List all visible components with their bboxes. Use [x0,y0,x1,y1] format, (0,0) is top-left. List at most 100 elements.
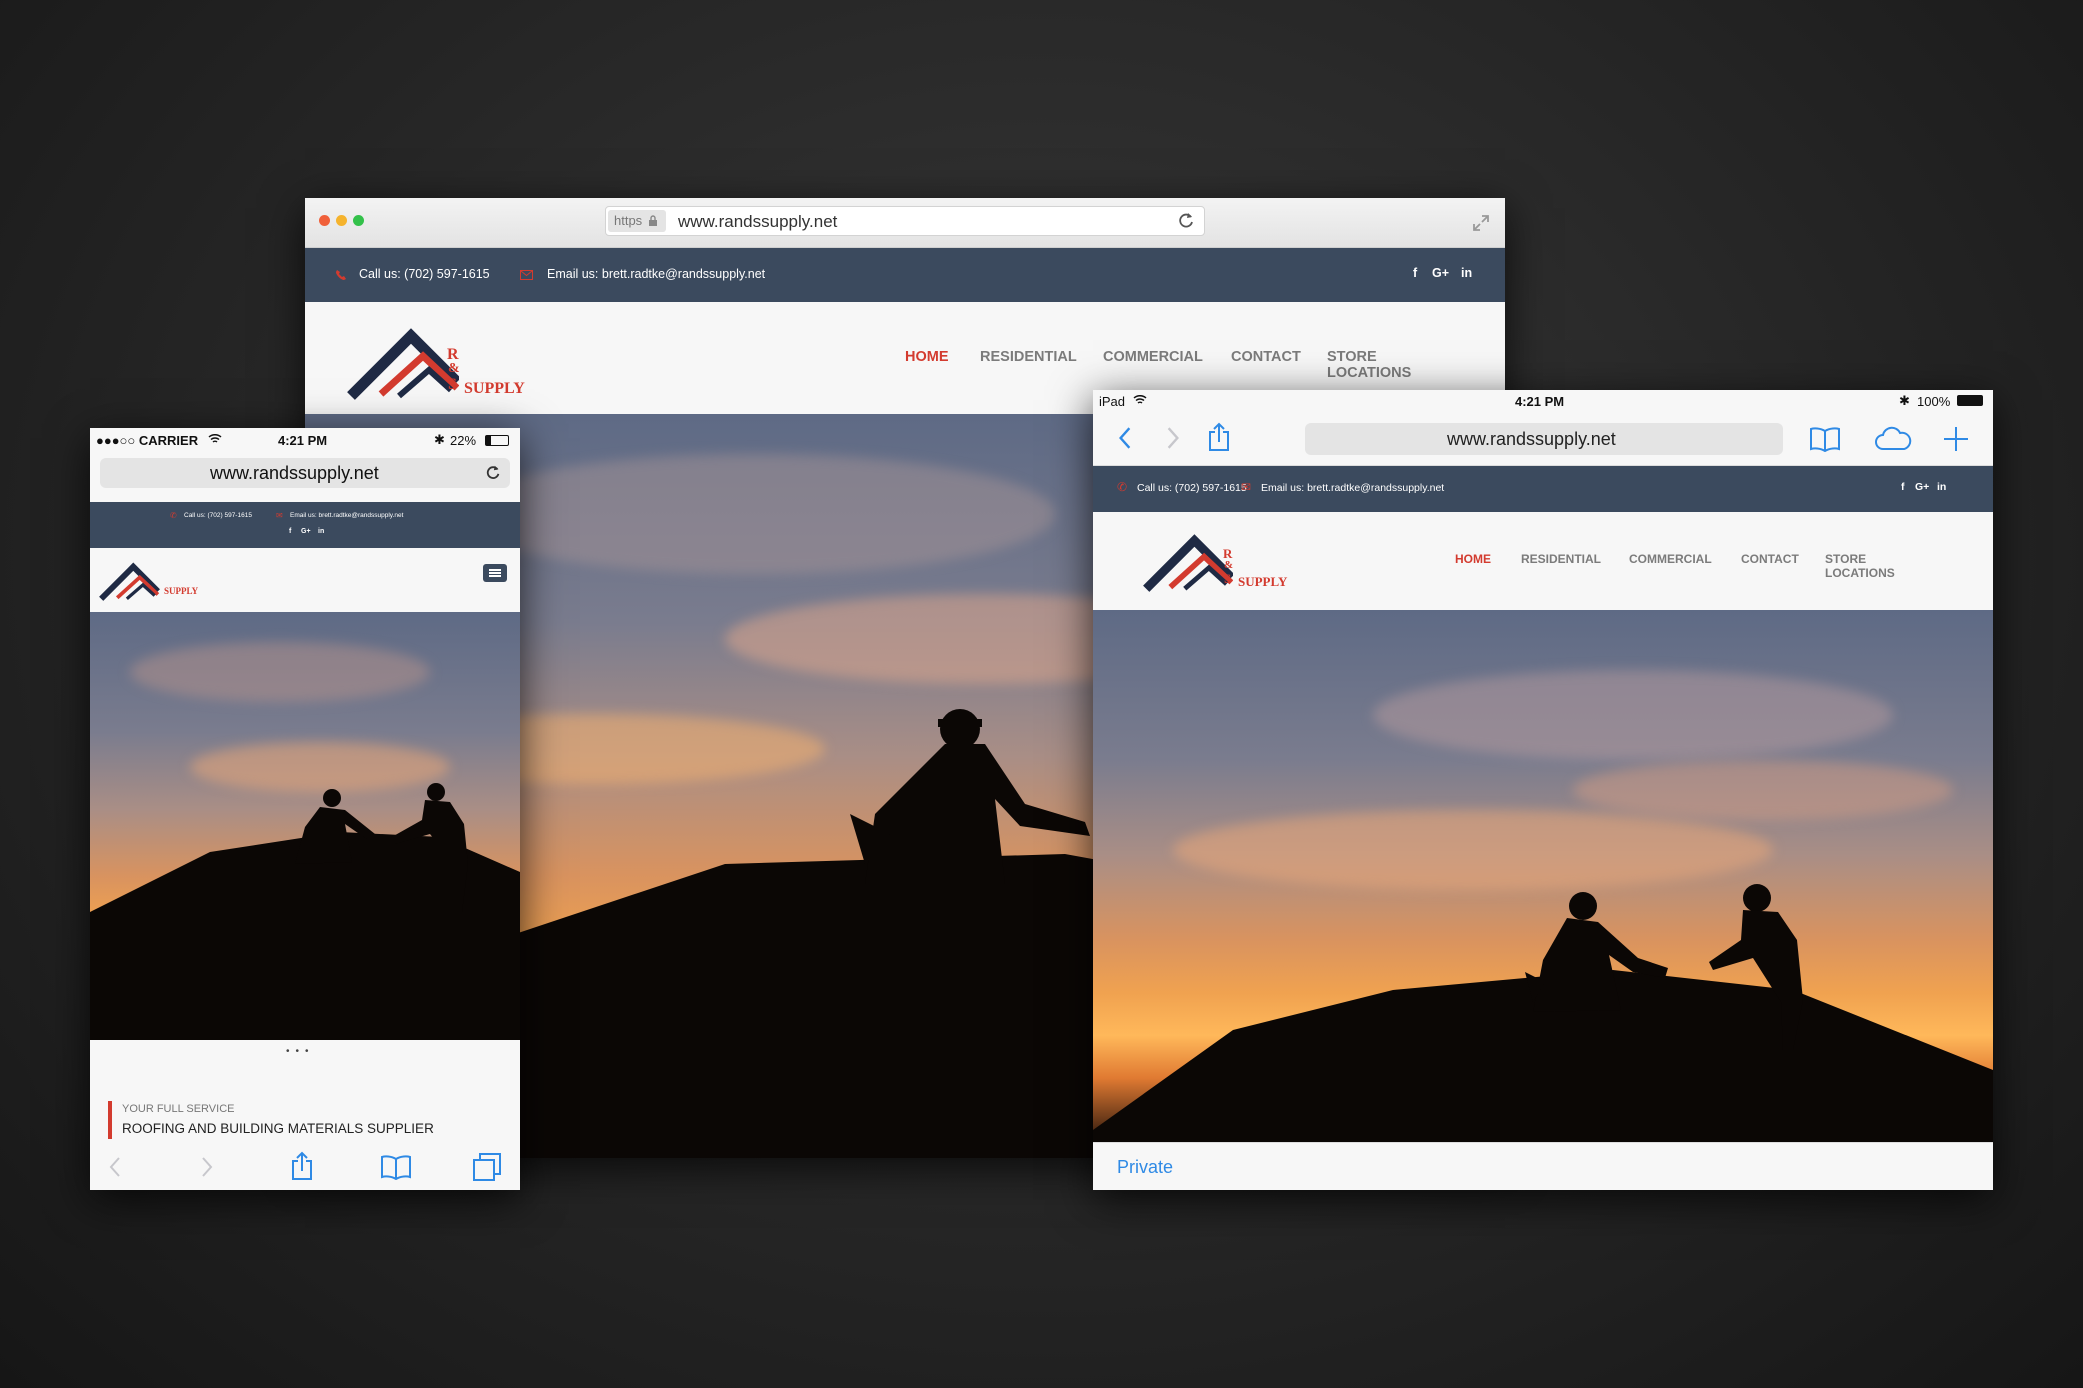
roofers-silhouette [1093,884,1993,1142]
linkedin-icon[interactable]: in [1461,266,1472,280]
minimize-window-button[interactable] [336,215,347,226]
linkedin-icon[interactable]: in [318,528,324,535]
device-label: iPad [1099,394,1126,409]
contact-bar: Call us: (702) 597-1615 Email us: brett.… [305,248,1505,302]
status-time: 4:21 PM [278,433,328,448]
carousel-dots[interactable]: ••• [286,1046,315,1057]
bluetooth-icon: ✱ [1899,393,1910,408]
phone-status-bar: ●●●○○ CARRIER 4:21 PM ✱ 22% [90,428,520,452]
nav-home[interactable]: HOME [1455,552,1491,566]
email-icon: ✉ [1241,480,1252,494]
site-logo[interactable]: R & S SUPPLY [1143,524,1323,602]
facebook-icon[interactable]: f [1901,481,1905,493]
nav-contact[interactable]: CONTACT [1741,552,1799,566]
google-plus-icon[interactable]: G+ [1915,481,1929,493]
facebook-icon[interactable]: f [1413,266,1417,280]
tablet-screen: iPad 4:21 PM ✱ 100% www.randssupply.net … [1093,390,1993,1190]
nav-commercial[interactable]: COMMERCIAL [1103,349,1203,365]
email-text[interactable]: Email us: brett.radtke@randssupply.net [547,267,765,281]
url-text: www.randssupply.net [678,212,838,231]
wifi-icon [1133,395,1147,404]
bookmarks-icon[interactable] [380,1154,412,1180]
lock-icon [648,215,657,226]
site-logo[interactable]: R & S SUPPLY [347,316,547,406]
facebook-icon[interactable]: f [289,528,291,535]
private-browsing-button[interactable]: Private [1117,1157,1173,1178]
contact-bar: ✆ Call us: (702) 597-1615 ✉ Email us: br… [1093,466,1993,512]
logo-roof-icon [347,328,461,400]
reload-icon[interactable] [1176,211,1196,231]
url-text: www.randssupply.net [210,463,379,483]
url-scheme: https [614,213,643,228]
close-window-button[interactable] [319,215,330,226]
contact-bar: ✆ Call us: (702) 597-1615 ✉ Email us: br… [90,502,520,548]
desktop-title-bar: https www.randssupply.net [305,198,1505,248]
roofers-silhouette [90,783,520,1040]
back-icon[interactable] [108,1156,122,1178]
fullscreen-icon[interactable] [1471,213,1491,233]
phone-icon: ✆ [1117,480,1128,494]
bookmarks-icon[interactable] [1809,426,1841,452]
call-text[interactable]: Call us: (702) 597-1615 [1137,482,1247,494]
icloud-tabs-icon[interactable] [1873,426,1913,452]
email-icon [520,270,533,280]
battery-icon [485,435,509,446]
nav-store-locations[interactable]: STORE LOCATIONS [1825,552,1895,580]
address-bar[interactable]: https www.randssupply.net [605,206,1205,236]
google-plus-icon[interactable]: G+ [301,528,311,535]
logo-letter-s: S [1224,571,1232,586]
nav-home[interactable]: HOME [905,349,949,365]
logo-word: SUPPLY [1238,574,1288,589]
phone-icon [336,270,346,280]
email-icon: ✉ [276,511,283,520]
logo-letter-s: S [448,376,457,393]
logo-roof-icon [99,562,160,601]
logo-word: SUPPLY [164,586,199,596]
nav-residential[interactable]: RESIDENTIAL [980,349,1077,365]
logo-letter-amp: & [448,361,460,376]
nav-contact[interactable]: CONTACT [1231,349,1301,365]
tagline-small: YOUR FULL SERVICE [122,1103,235,1115]
battery-percent: 100% [1917,394,1951,409]
email-text[interactable]: Email us: brett.radtke@randssupply.net [1261,482,1444,494]
hero-image [1093,610,1993,1142]
phone-address-bar[interactable]: www.randssupply.net [100,458,510,488]
carrier-text: ●●●○○ CARRIER [96,433,199,448]
address-bar[interactable]: www.randssupply.net [1305,423,1783,455]
reload-icon[interactable] [484,464,502,482]
hamburger-menu-icon[interactable] [483,564,507,582]
forward-icon[interactable] [1165,426,1181,450]
nav-commercial[interactable]: COMMERCIAL [1629,552,1712,566]
tagline-main: ROOFING AND BUILDING MATERIALS SUPPLIER [122,1121,434,1136]
forward-icon[interactable] [200,1156,214,1178]
battery-percent: 22% [450,433,477,448]
share-icon[interactable] [290,1151,314,1181]
nav-residential[interactable]: RESIDENTIAL [1521,552,1601,566]
share-icon[interactable] [1207,422,1231,452]
email-text[interactable]: Email us: brett.radtke@randssupply.net [290,512,403,519]
phone-icon: ✆ [170,511,177,520]
zoom-window-button[interactable] [353,215,364,226]
back-icon[interactable] [1117,426,1133,450]
logo-roof-icon [1143,534,1235,592]
call-text[interactable]: Call us: (702) 597-1615 [184,512,252,519]
phone-toolbar [90,1144,520,1190]
status-time: 4:21 PM [1515,394,1565,409]
linkedin-icon[interactable]: in [1937,481,1946,493]
logo-word: SUPPLY [464,380,525,397]
https-badge: https [608,210,666,232]
google-plus-icon[interactable]: G+ [1432,266,1449,280]
tablet-toolbar: www.randssupply.net [1093,412,1993,466]
new-tab-icon[interactable] [1943,426,1969,452]
url-text: www.randssupply.net [1447,429,1616,449]
wifi-icon [208,434,222,443]
battery-icon [1957,395,1983,406]
logo-letter-amp: & [1224,559,1234,571]
site-header: R & S SUPPLY HOME RESIDENTIAL COMMERCIAL… [1093,512,1993,610]
tagline-accent-bar [108,1101,112,1139]
call-text[interactable]: Call us: (702) 597-1615 [359,267,490,281]
tabs-icon[interactable] [472,1152,502,1182]
nav-store-locations[interactable]: STORE LOCATIONS [1327,349,1411,381]
site-logo[interactable]: SUPPLY [98,556,208,604]
tablet-bottom-bar: Private [1093,1142,1993,1190]
